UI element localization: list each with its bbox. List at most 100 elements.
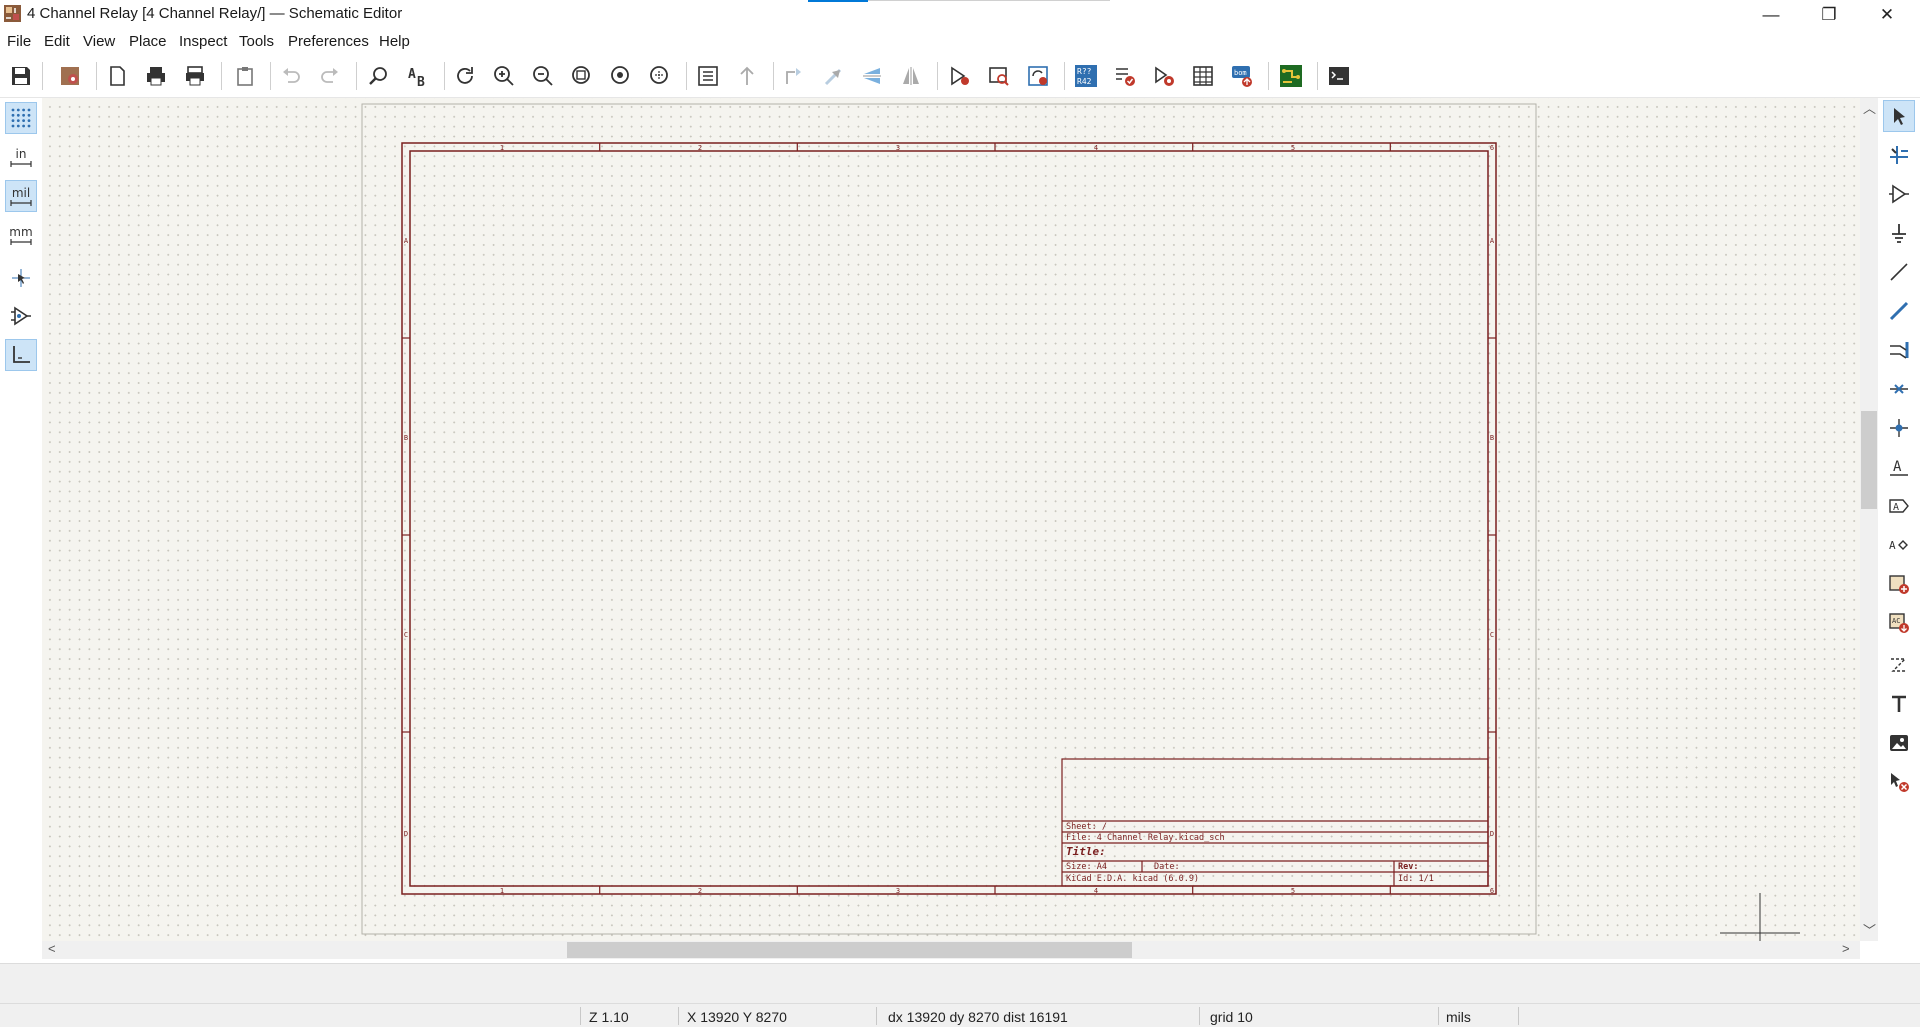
- scroll-left-icon[interactable]: <: [48, 941, 56, 956]
- horizontal-scrollbar[interactable]: < >: [42, 941, 1860, 959]
- wire-angle-icon[interactable]: [5, 339, 37, 371]
- menu-edit[interactable]: Edit: [44, 33, 70, 50]
- row-label-right: C: [1490, 631, 1494, 639]
- menu-help[interactable]: Help: [379, 33, 410, 50]
- add-sheet-icon[interactable]: [1883, 568, 1915, 600]
- no-connect-icon[interactable]: [1883, 373, 1915, 405]
- title-block-id: Id: 1/1: [1398, 874, 1434, 884]
- restore-button[interactable]: ❐: [1806, 0, 1852, 29]
- mirror-vertical-icon[interactable]: [897, 62, 925, 90]
- vertical-scrollbar[interactable]: ︿ ﹀: [1860, 98, 1878, 941]
- add-label-icon[interactable]: A: [1883, 451, 1915, 483]
- col-label-bottom: 1: [500, 887, 504, 895]
- add-hierarchical-label-icon[interactable]: A: [1883, 529, 1915, 561]
- import-sheet-pin-icon[interactable]: AC: [1883, 607, 1915, 639]
- add-junction-icon[interactable]: [1883, 412, 1915, 444]
- units-inches-button[interactable]: in: [5, 141, 37, 173]
- bom-icon[interactable]: bom: [1228, 62, 1256, 90]
- find-icon[interactable]: [365, 62, 393, 90]
- scripting-console-icon[interactable]: [1325, 62, 1353, 90]
- minimize-button[interactable]: —: [1748, 0, 1794, 29]
- status-units: mils: [1446, 1009, 1471, 1025]
- footprint-assign-icon[interactable]: [1150, 62, 1178, 90]
- paste-icon[interactable]: [231, 62, 259, 90]
- menu-view[interactable]: View: [83, 33, 115, 50]
- horizontal-scroll-thumb[interactable]: [567, 942, 1132, 958]
- redo-icon[interactable]: [316, 62, 344, 90]
- add-text-icon[interactable]: [1883, 688, 1915, 720]
- zoom-fit-icon[interactable]: [568, 62, 596, 90]
- refresh-icon[interactable]: [451, 62, 479, 90]
- vertical-scroll-thumb[interactable]: [1861, 411, 1877, 509]
- cursor-crosshair: [1720, 893, 1800, 941]
- add-symbol-icon[interactable]: [1883, 178, 1915, 210]
- schematic-canvas[interactable]: 1 2 3 4 5 6 1 2 3 4 5 6 A B C D A B C D: [42, 98, 1860, 941]
- update-from-library-icon[interactable]: [1024, 62, 1052, 90]
- units-mm-button[interactable]: mm: [5, 219, 37, 251]
- row-label-left: B: [404, 434, 408, 442]
- cursor-fullscreen-icon[interactable]: [5, 262, 37, 294]
- plot-icon[interactable]: [181, 62, 209, 90]
- add-image-icon[interactable]: [1883, 727, 1915, 759]
- col-label-bottom: 6: [1490, 887, 1494, 895]
- title-block-sheet: Sheet: /: [1066, 822, 1107, 832]
- symbol-fields-table-icon[interactable]: [1189, 62, 1217, 90]
- zoom-selection-icon[interactable]: [646, 62, 674, 90]
- menu-tools[interactable]: Tools: [239, 33, 274, 50]
- symbol-browser-icon[interactable]: [985, 62, 1013, 90]
- scroll-down-icon[interactable]: ﹀: [1863, 920, 1876, 939]
- svg-text:bom: bom: [1234, 69, 1247, 77]
- row-label-right: A: [1490, 237, 1495, 245]
- title-block-rev: Rev:: [1398, 862, 1418, 872]
- hierarchy-navigator-icon[interactable]: [694, 62, 722, 90]
- add-global-label-icon[interactable]: A: [1883, 490, 1915, 522]
- close-button[interactable]: ✕: [1864, 0, 1910, 29]
- add-wire-icon[interactable]: [1883, 256, 1915, 288]
- zoom-in-icon[interactable]: [490, 62, 518, 90]
- scroll-up-icon[interactable]: ︿: [1863, 98, 1876, 117]
- mirror-horizontal-icon[interactable]: [858, 62, 886, 90]
- col-label-top: 3: [896, 144, 900, 152]
- schematic-setup-icon[interactable]: [56, 62, 84, 90]
- title-block-file: File: 4 Channel Relay.kicad_sch: [1066, 833, 1225, 843]
- annotate-icon[interactable]: R?? R42: [1072, 62, 1100, 90]
- row-label-right: B: [1490, 434, 1494, 442]
- menu-file[interactable]: File: [7, 33, 31, 50]
- highlight-net-icon[interactable]: [1883, 139, 1915, 171]
- status-grid: grid 10: [1210, 1009, 1253, 1025]
- delete-tool-icon[interactable]: [1883, 766, 1915, 798]
- page-settings-icon[interactable]: [103, 62, 131, 90]
- grid-toggle-icon[interactable]: [5, 102, 37, 134]
- rotate-ccw-icon[interactable]: [780, 62, 808, 90]
- add-graphic-line-icon[interactable]: [1883, 649, 1915, 681]
- page-outline: [361, 103, 1537, 935]
- title-block-size: Size: A4: [1066, 862, 1107, 872]
- window-title: 4 Channel Relay [4 Channel Relay/] — Sch…: [27, 5, 403, 22]
- add-power-icon[interactable]: [1883, 217, 1915, 249]
- menu-preferences[interactable]: Preferences: [288, 33, 369, 50]
- zoom-out-icon[interactable]: [529, 62, 557, 90]
- pcb-editor-icon[interactable]: [1277, 62, 1305, 90]
- add-bus-entry-icon[interactable]: [1883, 334, 1915, 366]
- ruler-icon: [10, 200, 32, 206]
- zoom-objects-icon[interactable]: [607, 62, 635, 90]
- ruler-icon: [10, 239, 32, 245]
- add-bus-icon[interactable]: [1883, 295, 1915, 327]
- rotate-cw-icon[interactable]: [819, 62, 847, 90]
- scroll-right-icon[interactable]: >: [1842, 941, 1850, 956]
- save-icon[interactable]: [7, 62, 35, 90]
- units-mils-button[interactable]: mil: [5, 180, 37, 212]
- col-label-bottom: 3: [896, 887, 900, 895]
- leave-sheet-icon[interactable]: [733, 62, 761, 90]
- select-arrow-icon[interactable]: [1883, 100, 1915, 132]
- menu-place[interactable]: Place: [129, 33, 167, 50]
- svg-text:A: A: [1893, 502, 1899, 513]
- erc-icon[interactable]: [1111, 62, 1139, 90]
- title-accent-line-secondary: [868, 0, 1110, 1]
- menu-inspect[interactable]: Inspect: [179, 33, 227, 50]
- hidden-pins-icon[interactable]: [5, 300, 37, 332]
- find-replace-icon[interactable]: AB: [404, 62, 432, 90]
- symbol-editor-icon[interactable]: [946, 62, 974, 90]
- print-icon[interactable]: [142, 62, 170, 90]
- undo-icon[interactable]: [277, 62, 305, 90]
